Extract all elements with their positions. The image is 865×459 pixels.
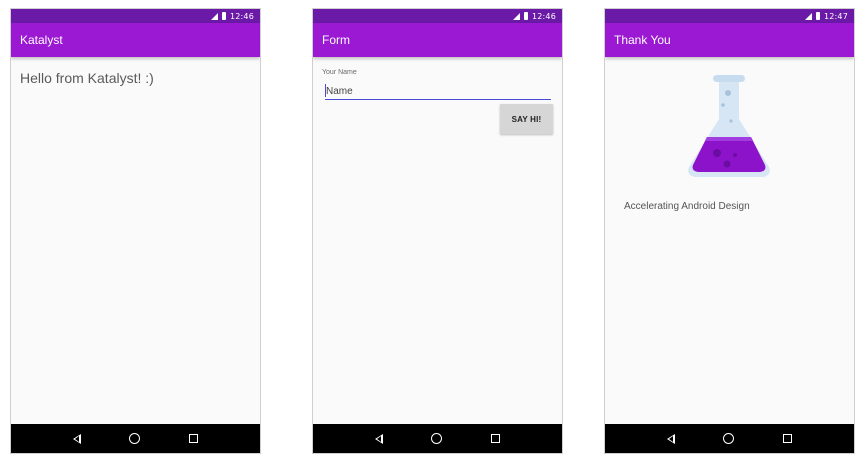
app-bar: Katalyst: [11, 23, 260, 57]
home-icon[interactable]: [723, 433, 735, 444]
say-hi-button[interactable]: SAY HI!: [500, 104, 553, 134]
status-time: 12:47: [823, 11, 848, 21]
app-bar: Form: [313, 23, 562, 57]
text-cursor: [325, 84, 326, 97]
status-bar: 12:47: [605, 9, 854, 23]
app-bar-title: Thank You: [614, 33, 671, 47]
home-icon[interactable]: [431, 433, 443, 444]
recents-icon[interactable]: [188, 434, 198, 443]
recents-icon[interactable]: [782, 434, 792, 443]
name-field-label: Your Name: [322, 69, 357, 76]
recents-icon[interactable]: [490, 434, 500, 443]
navigation-bar: [313, 424, 562, 453]
back-icon[interactable]: [375, 433, 384, 444]
flask-logo-icon: [688, 75, 770, 177]
battery-icon: [221, 12, 226, 20]
name-input[interactable]: [325, 83, 551, 100]
phone-screen-thank-you: 12:47 Thank You Accelerating Android Des…: [604, 8, 855, 454]
battery-icon: [815, 12, 820, 20]
status-time: 12:46: [229, 11, 254, 21]
app-bar-title: Katalyst: [20, 33, 63, 47]
tagline-text: Accelerating Android Design: [624, 201, 750, 212]
phone-screen-katalyst: 12:46 Katalyst Hello from Katalyst! :): [10, 8, 261, 454]
battery-icon: [523, 12, 528, 20]
status-time: 12:46: [531, 11, 556, 21]
signal-icon: [210, 12, 218, 20]
app-bar: Thank You: [605, 23, 854, 57]
signal-icon: [804, 12, 812, 20]
back-icon[interactable]: [73, 433, 82, 444]
status-bar: 12:46: [11, 9, 260, 23]
home-icon[interactable]: [129, 433, 141, 444]
phone-screen-form: 12:46 Form Your Name SAY HI!: [312, 8, 563, 454]
back-icon[interactable]: [667, 433, 676, 444]
navigation-bar: [605, 424, 854, 453]
status-bar: 12:46: [313, 9, 562, 23]
greeting-text: Hello from Katalyst! :): [20, 70, 154, 86]
navigation-bar: [11, 424, 260, 453]
app-bar-title: Form: [322, 33, 350, 47]
signal-icon: [512, 12, 520, 20]
